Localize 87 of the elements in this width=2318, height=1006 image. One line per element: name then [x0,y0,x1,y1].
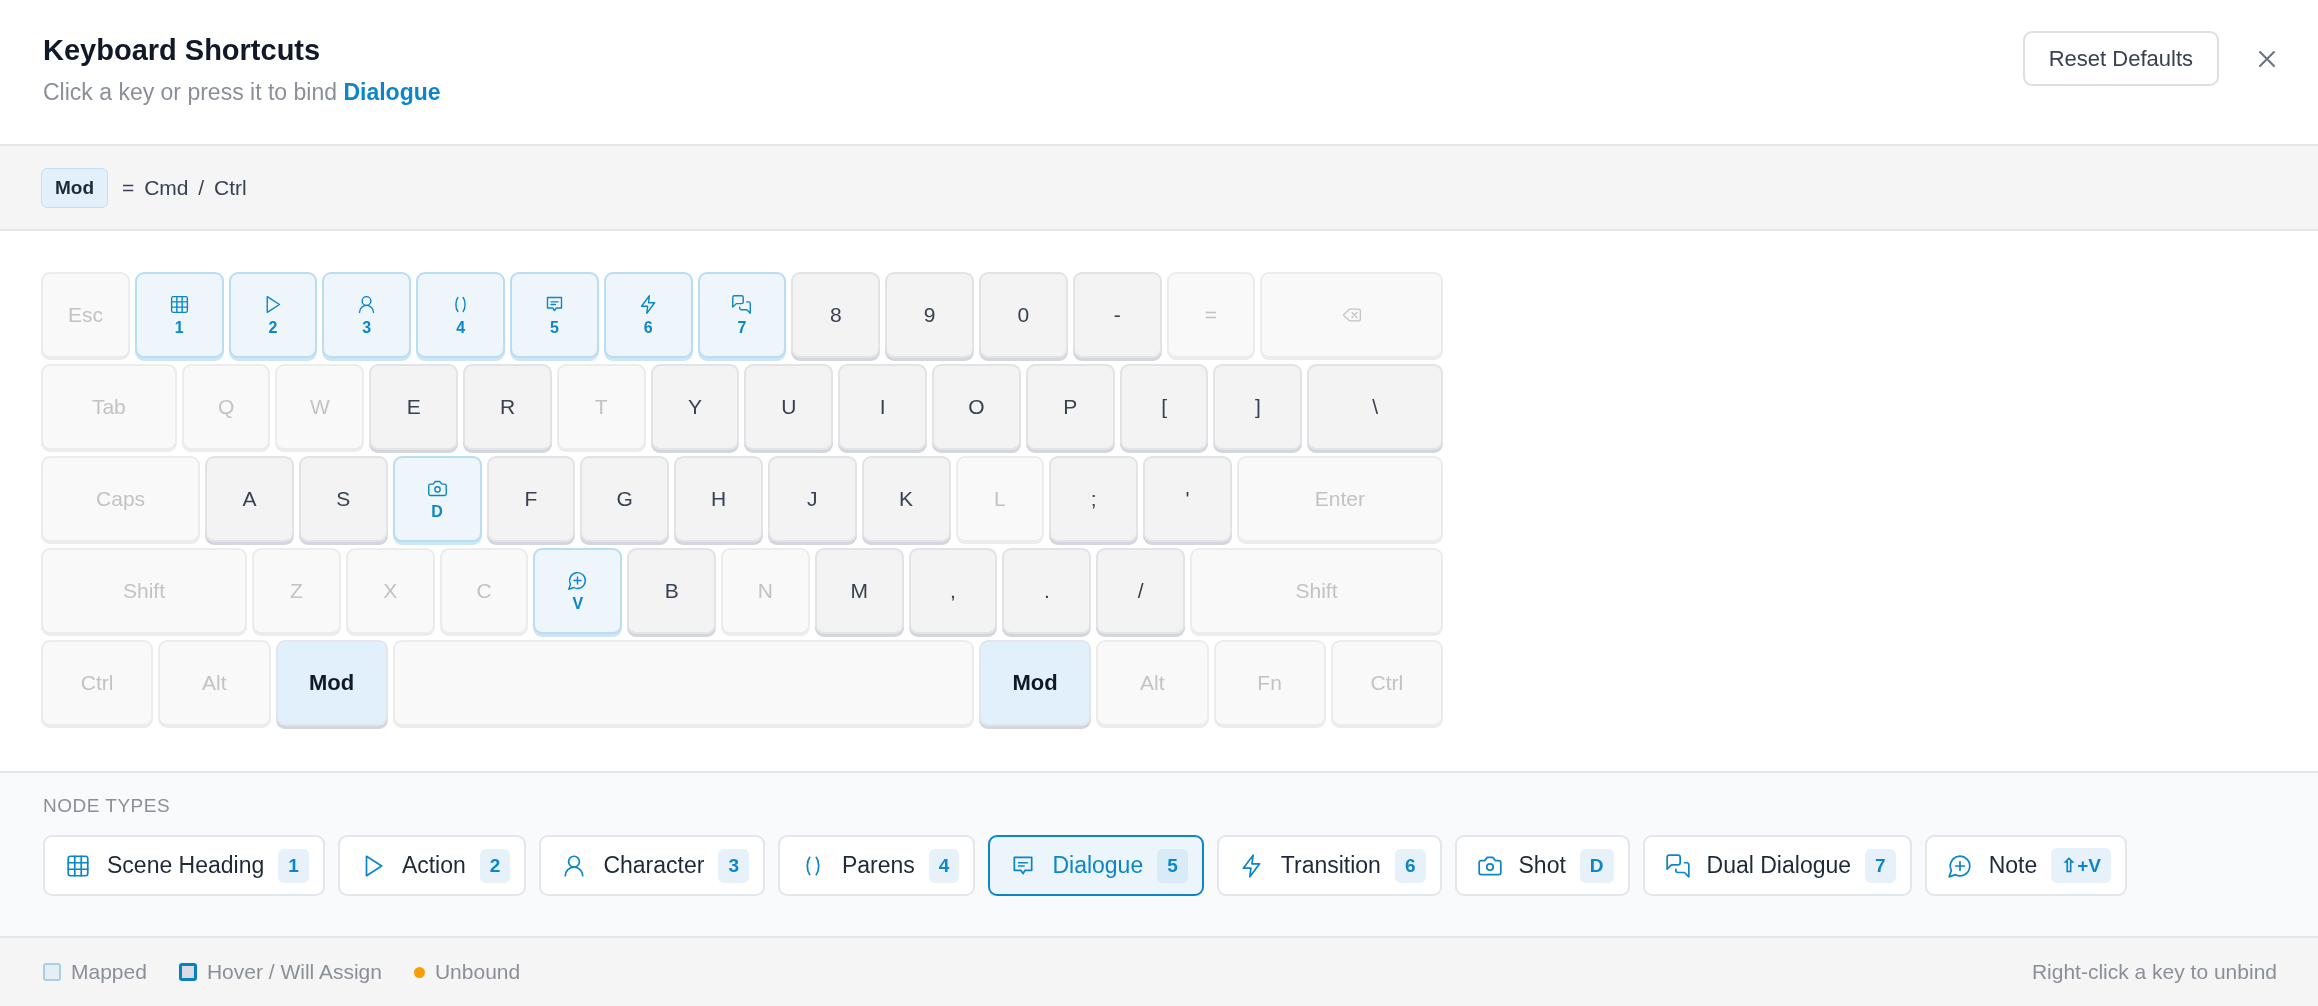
shortcut-badge: D [1579,848,1614,883]
shortcut-badge: 2 [479,848,511,883]
keyboard-key[interactable]: H [674,456,763,542]
keyboard-key[interactable]: U [744,364,834,450]
two-speech-bubbles-icon [1664,852,1691,879]
keyboard-key[interactable]: B [627,548,717,634]
chip-label: Character [603,852,705,879]
keyboard-key[interactable]: 7 [697,272,787,358]
speech-bubble-plus-icon [1946,852,1973,879]
close-icon[interactable] [2257,48,2277,69]
node-type-chip[interactable]: Character 3 [539,835,765,896]
speech-bubble-plus-icon [567,569,589,591]
chip-label: Transition [1280,852,1381,879]
node-type-chip[interactable]: Transition 6 [1216,835,1442,896]
keyboard-key[interactable]: 1 [134,272,224,358]
chip-label: Dialogue [1052,852,1144,879]
keyboard-key[interactable]: A [205,456,294,542]
keyboard-key[interactable]: - [1072,272,1162,358]
mod-badge: Mod [41,167,109,208]
grid-icon [168,293,190,315]
keyboard-key[interactable]: P [1025,364,1115,450]
keyboard-key[interactable]: Y [650,364,740,450]
chip-label: Dual Dialogue [1706,852,1852,879]
keyboard-key[interactable]: \ [1307,364,1443,450]
keyboard-key[interactable]: J [767,456,857,542]
keyboard-key[interactable]: E [369,364,459,450]
node-type-chip[interactable]: Parens 4 [777,835,976,896]
chip-label: Shot [1518,852,1566,879]
keyboard-key[interactable]: , [908,548,998,634]
grid-icon [65,852,91,879]
keyboard-key[interactable]: [ [1119,364,1209,450]
keyboard-key[interactable]: 9 [885,272,974,358]
keyboard-key[interactable]: ] [1213,364,1303,450]
chip-label: Scene Heading [107,852,265,879]
shortcut-badge: 5 [1157,848,1188,883]
shortcut-badge: 3 [718,848,749,883]
keyboard-key[interactable]: 5 [510,272,599,358]
legend-label: Hover / Will Assign [206,960,382,984]
two-speech-bubbles-icon [731,293,753,315]
shortcut-badge: 7 [1865,848,1896,883]
keyboard-key[interactable]: 4 [416,272,505,358]
dialog-title: Keyboard Shortcuts [43,34,322,67]
hover-swatch-icon [178,963,197,981]
keyboard-key[interactable]: 0 [978,272,1068,358]
keyboard-key[interactable]: V [533,548,623,634]
mod-meaning: = Cmd / Ctrl [122,175,247,200]
dialog-subtitle: Click a key or press it to bind Dialogue [43,79,441,106]
chip-label: Parens [841,852,915,879]
keyboard-key[interactable]: 6 [603,272,693,358]
keyboard-key[interactable]: K [861,456,951,542]
keyboard-key[interactable]: ' [1143,456,1232,542]
keyboard-key[interactable]: R [463,364,552,450]
node-type-chip[interactable]: Shot D [1454,835,1630,896]
node-type-chip[interactable]: Dual Dialogue 7 [1642,835,1912,896]
node-type-chip[interactable]: Action 2 [337,835,527,896]
keyboard-key[interactable]: . [1002,548,1092,634]
backspace-key[interactable] [1260,272,1443,358]
keyboard-key[interactable]: G [580,456,670,542]
keyboard-key[interactable]: S [298,456,388,542]
keyboard-key[interactable]: 8 [791,272,881,358]
keyboard-key[interactable]: M [814,548,904,634]
node-type-chip[interactable]: Dialogue 5 [988,835,1204,896]
shortcut-badge: 6 [1394,848,1426,883]
keyboard-key[interactable]: O [932,364,1021,450]
node-type-chip[interactable]: Scene Heading 1 [43,835,325,896]
reset-defaults-button[interactable]: Reset Defaults [2022,31,2219,86]
section-heading: NODE TYPES [43,795,172,817]
chip-label: Action [401,852,466,879]
shortcut-badge: ⇧+V [2051,848,2111,883]
keyboard-key[interactable]: 3 [322,272,412,358]
legend-label: Mapped [71,960,147,984]
keyboard-key[interactable]: I [838,364,928,450]
keyboard-key[interactable]: F [486,456,576,542]
keyboard-key[interactable]: Mod [275,640,388,726]
keyboard-key[interactable]: Mod [979,640,1092,726]
shortcut-badge: 4 [928,848,960,883]
chip-label: Note [1988,852,2038,879]
unbound-dot-icon [413,966,425,978]
legend-label: Unbound [434,960,521,984]
keyboard-key[interactable]: ; [1049,456,1139,542]
keyboard-key[interactable]: D [392,456,482,542]
node-type-chip[interactable]: Note ⇧+V [1924,835,2127,896]
footer-hint: Right-click a key to unbind [2031,960,2277,984]
keyboard-key[interactable]: / [1096,548,1185,634]
shortcut-badge: 1 [278,848,309,883]
mapped-swatch-icon [43,963,61,981]
keyboard-key[interactable]: 2 [228,272,318,358]
